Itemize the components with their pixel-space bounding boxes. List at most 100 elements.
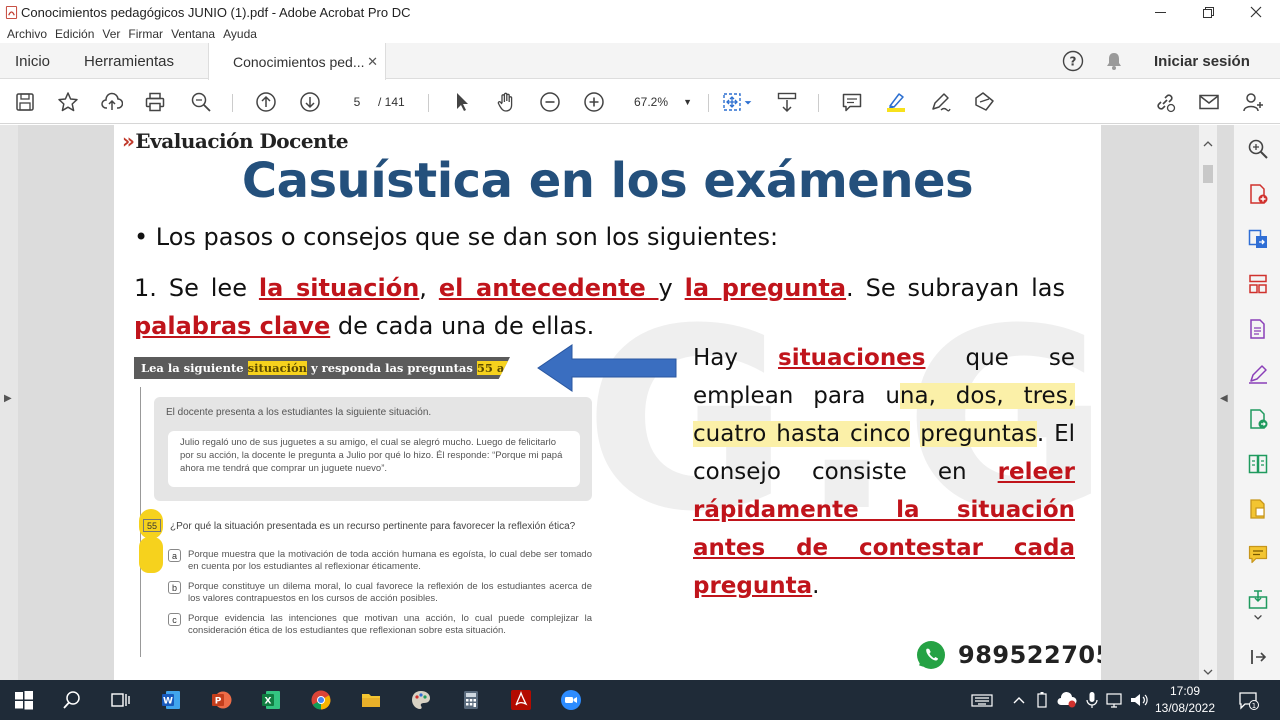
menu-firmar[interactable]: Firmar <box>128 27 163 41</box>
zoom-level-value: 67.2% <box>634 95 669 109</box>
page-number-input[interactable]: 5 <box>340 91 374 113</box>
clock-time: 17:09 <box>1169 684 1201 698</box>
system-clock[interactable]: 17:09 13/08/2022 <box>1152 683 1218 717</box>
pointer-arrow <box>537 344 677 392</box>
tab-document[interactable]: Conocimientos ped... ✕ <box>208 43 386 80</box>
next-page-icon[interactable] <box>298 90 322 114</box>
bookmark-star-icon[interactable] <box>56 90 80 114</box>
vertical-scrollbar[interactable] <box>1199 125 1217 680</box>
send-for-review-icon[interactable] <box>1246 587 1270 611</box>
export-pdf-icon[interactable] <box>1246 227 1270 251</box>
text-run: Lea la siguiente <box>141 361 248 375</box>
edit-pdf-icon[interactable] <box>1246 317 1270 341</box>
collapse-right-pane-icon[interactable]: ◀ <box>1220 393 1228 404</box>
option-text: Porque evidencia las intenciones que mot… <box>188 613 592 636</box>
brand-marker: » <box>122 129 135 153</box>
save-icon[interactable] <box>13 90 37 114</box>
add-user-icon[interactable] <box>1241 90 1265 114</box>
chevron-down-icon[interactable] <box>742 90 754 114</box>
cloud-sync-tray-icon[interactable] <box>1055 688 1079 712</box>
menu-ver[interactable]: Ver <box>102 27 120 41</box>
option-letter: b <box>168 581 181 594</box>
menu-ayuda[interactable]: Ayuda <box>223 27 257 41</box>
zoom-in-icon[interactable] <box>582 90 606 114</box>
windows-start-icon[interactable] <box>12 688 36 712</box>
chevron-up-icon[interactable] <box>1007 688 1031 712</box>
comment-pane-icon[interactable] <box>1246 542 1270 566</box>
text-run: 1. Se lee <box>134 274 259 302</box>
keyboard-tray-icon[interactable] <box>970 688 994 712</box>
select-cursor-icon[interactable] <box>450 90 474 114</box>
fit-page-icon[interactable] <box>720 90 744 114</box>
fill-sign-icon[interactable] <box>972 90 996 114</box>
hand-tool-icon[interactable] <box>494 90 518 114</box>
question-number: 55 <box>143 519 161 532</box>
search-icon[interactable] <box>60 688 84 712</box>
search-tools-icon[interactable] <box>1246 137 1270 161</box>
option-text: Porque muestra que la motivación de toda… <box>188 549 592 572</box>
share-link-icon[interactable] <box>1153 90 1177 114</box>
exam-instruction-bar: Lea la siguiente situación y responda la… <box>134 357 510 379</box>
email-icon[interactable] <box>1197 90 1221 114</box>
volume-tray-icon[interactable] <box>1127 688 1151 712</box>
tab-document-label: Conocimientos ped... <box>233 53 365 70</box>
comment-icon[interactable] <box>840 90 864 114</box>
combine-files-icon[interactable] <box>1246 407 1270 431</box>
previous-page-icon[interactable] <box>254 90 278 114</box>
menu-archivo[interactable]: Archivo <box>7 27 47 41</box>
advice-paragraph: Hay situaciones que se emplean para una,… <box>693 339 1076 605</box>
action-center-icon[interactable]: 1 <box>1236 688 1260 712</box>
file-explorer-icon[interactable] <box>359 688 383 712</box>
zoom-level-select[interactable]: 67.2% ▼ <box>626 91 696 113</box>
tab-inicio[interactable]: Inicio <box>15 43 50 79</box>
fill-sign-pane-icon[interactable] <box>1246 362 1270 386</box>
scroll-up-icon[interactable] <box>1199 137 1217 151</box>
text-run: . Se subrayan las <box>846 274 1065 302</box>
collapse-pane-icon[interactable] <box>1246 645 1270 669</box>
highlight-situacion: situación <box>247 361 307 375</box>
organize-pages-icon[interactable] <box>1246 272 1270 296</box>
paint-app-icon[interactable] <box>409 688 433 712</box>
emphasis-pregunta: la pregunta <box>684 274 847 302</box>
excel-app-icon[interactable]: X <box>259 688 283 712</box>
toolbar-divider <box>818 94 819 112</box>
acrobat-app-icon[interactable] <box>509 688 533 712</box>
notifications-bell-icon[interactable] <box>1104 43 1124 79</box>
minimize-button[interactable] <box>1136 0 1184 24</box>
left-pane-collapsed[interactable]: ▶ <box>0 125 18 680</box>
create-pdf-icon[interactable] <box>1246 182 1270 206</box>
menu-ventana[interactable]: Ventana <box>171 27 215 41</box>
powerpoint-app-icon[interactable]: P <box>209 688 233 712</box>
task-view-icon[interactable] <box>108 688 132 712</box>
menu-edicion[interactable]: Edición <box>55 27 94 41</box>
network-tray-icon[interactable] <box>1103 688 1127 712</box>
protect-pdf-icon[interactable] <box>1246 497 1270 521</box>
scroll-down-icon[interactable] <box>1199 665 1217 679</box>
draw-pen-icon[interactable] <box>928 90 952 114</box>
compare-files-icon[interactable] <box>1246 452 1270 476</box>
toolbar-divider <box>708 94 709 112</box>
expand-left-pane-icon[interactable]: ▶ <box>4 393 12 404</box>
print-icon[interactable] <box>143 90 167 114</box>
close-window-button[interactable] <box>1232 0 1280 24</box>
highlighter-icon[interactable] <box>884 90 908 114</box>
more-tools-chevron-icon[interactable] <box>1246 611 1270 625</box>
word-app-icon[interactable]: W <box>159 688 183 712</box>
zoom-out-icon[interactable] <box>538 90 562 114</box>
help-icon[interactable]: ? <box>1062 43 1084 79</box>
zoom-search-icon[interactable] <box>189 90 213 114</box>
zoom-app-icon[interactable] <box>559 688 583 712</box>
signin-button[interactable]: Iniciar sesión <box>1154 43 1250 79</box>
scrollbar-thumb[interactable] <box>1203 165 1213 183</box>
battery-tray-icon[interactable] <box>1030 688 1054 712</box>
scroll-mode-icon[interactable] <box>775 90 799 114</box>
document-viewport[interactable]: ▶ G.G. »Evaluación Docente Casuística en… <box>0 125 1233 680</box>
microphone-tray-icon[interactable] <box>1080 688 1104 712</box>
upload-cloud-icon[interactable] <box>100 90 124 114</box>
calculator-app-icon[interactable] <box>459 688 483 712</box>
chrome-app-icon[interactable] <box>309 688 333 712</box>
restore-button[interactable] <box>1184 0 1232 24</box>
text-run: de cada una de ellas. <box>330 312 595 340</box>
tab-herramientas[interactable]: Herramientas <box>84 43 174 79</box>
close-tab-icon[interactable]: ✕ <box>367 54 378 70</box>
